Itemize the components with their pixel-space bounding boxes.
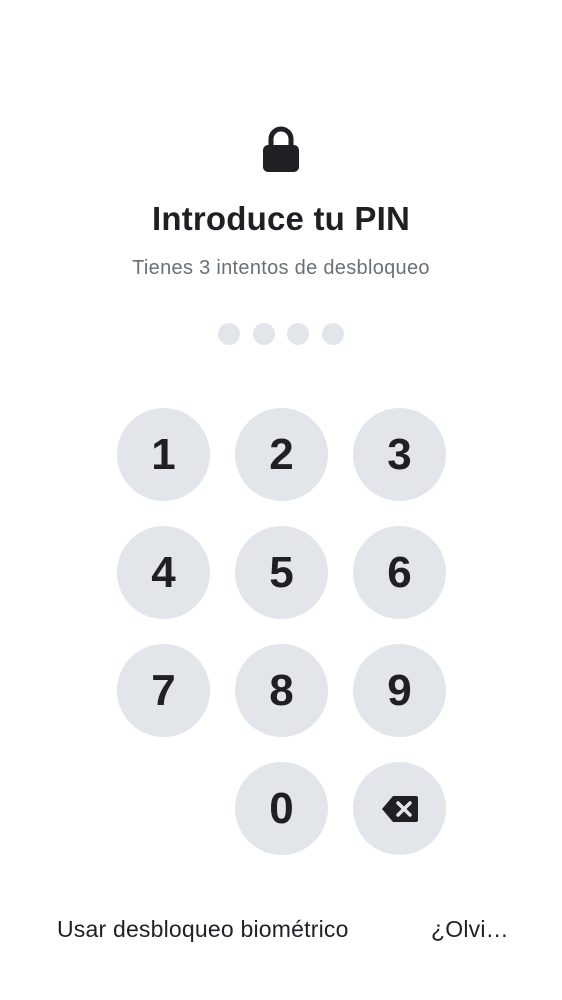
key-8-button[interactable]: 8 <box>235 644 328 737</box>
key-1-button[interactable]: 1 <box>117 408 210 501</box>
pin-indicator <box>218 323 344 345</box>
pin-dot <box>287 323 310 345</box>
forgot-pin-link[interactable]: ¿Olvi… <box>431 916 509 943</box>
lock-icon <box>263 126 299 172</box>
key-6-button[interactable]: 6 <box>353 526 446 619</box>
pin-dot <box>218 323 240 345</box>
key-9-button[interactable]: 9 <box>353 644 446 737</box>
page-title: Introduce tu PIN <box>151 200 411 237</box>
biometric-unlock-link[interactable]: Usar desbloqueo biométrico <box>57 916 349 943</box>
backspace-button[interactable] <box>353 762 446 855</box>
key-4-button[interactable]: 4 <box>117 526 210 619</box>
backspace-icon <box>381 795 418 822</box>
key-0-button[interactable]: 0 <box>235 762 328 855</box>
pin-dot <box>321 323 344 345</box>
key-2-button[interactable]: 2 <box>235 408 328 501</box>
pin-unlock-screen: Introduce tu PIN Tienes 3 intentos de de… <box>0 0 562 1000</box>
key-7-button[interactable]: 7 <box>117 644 210 737</box>
key-3-button[interactable]: 3 <box>353 408 446 501</box>
key-5-button[interactable]: 5 <box>235 526 328 619</box>
pin-dot <box>252 323 275 345</box>
attempts-subtitle: Tienes 3 intentos de desbloqueo <box>132 257 430 279</box>
